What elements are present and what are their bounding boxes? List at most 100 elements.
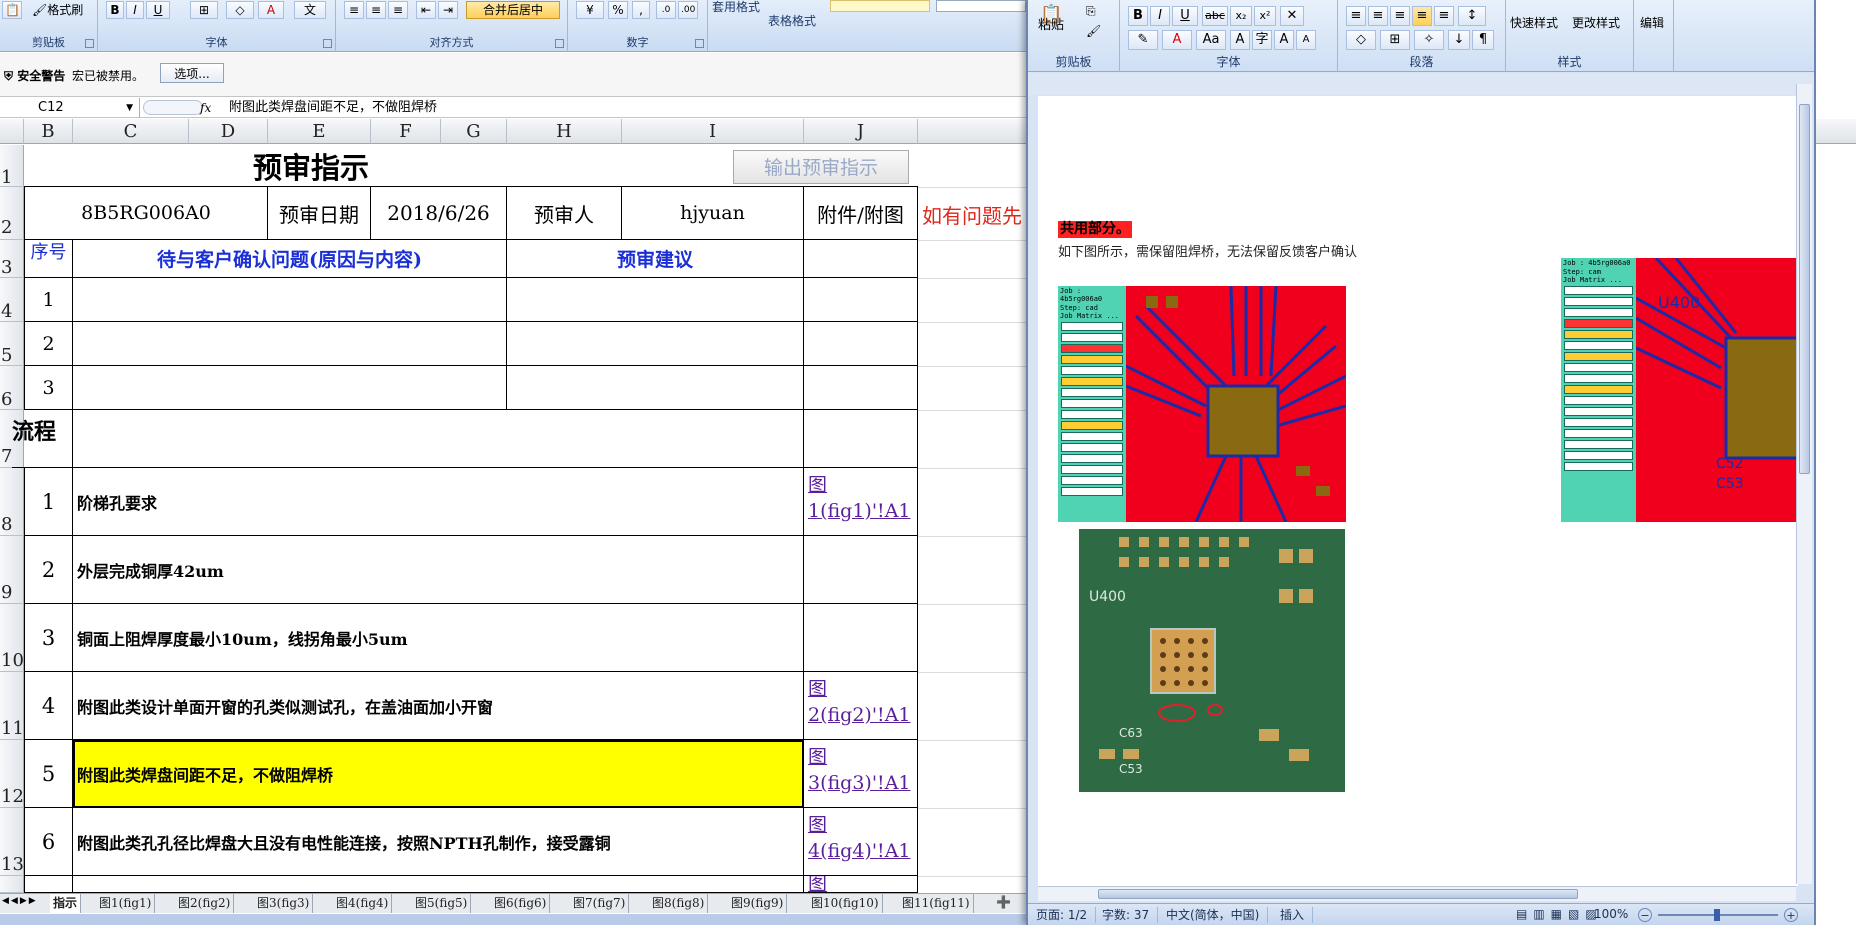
shading-icon[interactable]: ◇ bbox=[1346, 30, 1376, 50]
italic-button[interactable]: I bbox=[1150, 6, 1170, 26]
scroll-thumb[interactable] bbox=[1098, 889, 1578, 899]
column-header-k[interactable] bbox=[918, 119, 1030, 144]
change-styles-button[interactable]: 更改样式 bbox=[1572, 14, 1620, 31]
decrease-decimal-icon[interactable]: .00 bbox=[678, 1, 698, 19]
hyperlink[interactable]: 图1(fig1)'!A1 bbox=[808, 472, 913, 524]
font-color-button[interactable]: A bbox=[1162, 30, 1192, 50]
issue-header-cell[interactable]: 待与客户确认问题(原因与内容) bbox=[73, 240, 507, 278]
column-header-d[interactable]: D bbox=[189, 119, 268, 144]
justify-icon[interactable]: ≡ bbox=[1412, 6, 1432, 26]
item-number-cell[interactable]: 4 bbox=[24, 672, 73, 740]
row-header[interactable]: 5 bbox=[0, 322, 24, 366]
format-painter-button[interactable]: 🖌格式刷 bbox=[32, 1, 83, 18]
zoom-slider-handle[interactable] bbox=[1714, 909, 1720, 921]
shrink-font-icon[interactable]: A bbox=[1296, 30, 1316, 50]
item-text-cell-selected[interactable]: 附图此类焊盘间距不足，不做阻焊桥 bbox=[73, 740, 804, 808]
item-number-cell[interactable]: 5 bbox=[24, 740, 73, 808]
subscript-button[interactable]: x₂ bbox=[1230, 6, 1252, 26]
border-button[interactable]: ⊞ bbox=[190, 1, 218, 19]
row-header[interactable]: 10 bbox=[0, 604, 24, 672]
hyperlink[interactable]: 图3(fig3)'!A1 bbox=[808, 744, 913, 796]
column-header-h[interactable]: H bbox=[507, 119, 622, 144]
grow-font-icon[interactable]: A bbox=[1274, 30, 1294, 50]
language-indicator[interactable]: 中文(简体，中国) bbox=[1158, 907, 1269, 923]
dialog-launcher-icon[interactable] bbox=[85, 39, 94, 48]
issue-cell[interactable] bbox=[73, 278, 507, 322]
line-spacing-icon[interactable]: ↕ bbox=[1458, 6, 1486, 26]
align-center-icon[interactable]: ≡ bbox=[1368, 6, 1388, 26]
zoom-out-icon[interactable]: − bbox=[1638, 908, 1652, 922]
table-cell[interactable] bbox=[804, 240, 918, 278]
edit-button[interactable]: 编辑 bbox=[1640, 14, 1664, 31]
name-box[interactable]: C12 ▼ bbox=[0, 98, 140, 118]
item-text-cell[interactable] bbox=[73, 876, 804, 893]
section-merged-cell[interactable] bbox=[73, 410, 804, 468]
select-all-corner[interactable] bbox=[0, 119, 24, 144]
tab-sheet-zhishi[interactable]: 指示 bbox=[50, 894, 82, 913]
attachment-link-cell[interactable]: 图1(fig1)'!A1 bbox=[804, 468, 918, 536]
fill-color-icon[interactable]: ◇ bbox=[226, 1, 254, 19]
item-text-cell[interactable]: 附图此类设计单面开窗的孔类似测试孔，在盖油面加小开窗 bbox=[73, 672, 804, 740]
sequence-cell[interactable]: 1 bbox=[24, 278, 73, 322]
column-header-c[interactable]: C bbox=[73, 119, 189, 144]
attachment-link-cell[interactable]: 图3(fig3)'!A1 bbox=[804, 740, 918, 808]
insert-mode[interactable]: 插入 bbox=[1272, 907, 1314, 923]
doc-heading[interactable]: 共用部分。 bbox=[1058, 221, 1132, 238]
clear-format-icon[interactable]: ✕ bbox=[1280, 6, 1304, 26]
align-left-icon[interactable]: ≡ bbox=[1346, 6, 1366, 26]
export-review-button[interactable]: 输出预审指示 bbox=[733, 150, 909, 184]
comma-button[interactable]: , bbox=[632, 1, 650, 19]
indent-decrease-icon[interactable]: ⇤ bbox=[416, 1, 436, 19]
dialog-launcher-icon[interactable] bbox=[323, 39, 332, 48]
align-center-icon[interactable]: ≡ bbox=[366, 1, 386, 19]
row-header[interactable]: 6 bbox=[0, 366, 24, 410]
issue-cell[interactable] bbox=[73, 366, 507, 410]
phonetic-button[interactable]: 文 bbox=[294, 1, 326, 19]
format-painter-icon[interactable]: 🖌 bbox=[1086, 24, 1101, 38]
tab-sheet-fig6[interactable]: 图6(fig6) bbox=[491, 894, 551, 913]
suggestion-cell[interactable] bbox=[507, 366, 804, 410]
page-indicator[interactable]: 页面: 1/2 bbox=[1028, 907, 1097, 923]
tab-sheet-fig10[interactable]: 图10(fig10) bbox=[808, 894, 883, 913]
tab-sheet-fig3[interactable]: 图3(fig3) bbox=[254, 894, 314, 913]
column-header-j[interactable]: J bbox=[804, 119, 918, 144]
attachment-cell[interactable] bbox=[804, 278, 918, 322]
align-right-icon[interactable]: ≡ bbox=[388, 1, 408, 19]
view-buttons-icon[interactable]: ▤▥▦▧▨ bbox=[1516, 907, 1603, 921]
attachment-cell[interactable] bbox=[804, 604, 918, 672]
insert-sheet-icon[interactable]: ➕ bbox=[996, 895, 1012, 911]
horizontal-scrollbar[interactable] bbox=[1038, 886, 1796, 901]
percent-button[interactable]: % bbox=[608, 1, 628, 19]
part-number-cell[interactable]: 8B5RG006A0 bbox=[24, 187, 268, 240]
zoom-in-icon[interactable]: + bbox=[1784, 908, 1798, 922]
underline-button[interactable]: U bbox=[1172, 6, 1198, 26]
borders-icon[interactable]: ⊞ bbox=[1380, 30, 1410, 50]
attachment-cell[interactable] bbox=[804, 536, 918, 604]
underline-button[interactable]: U bbox=[146, 1, 170, 19]
suggestion-cell[interactable] bbox=[507, 322, 804, 366]
distribute-icon[interactable]: ≡ bbox=[1434, 6, 1454, 26]
show-marks-icon[interactable]: ¶ bbox=[1472, 30, 1494, 50]
tab-sheet-fig5[interactable]: 图5(fig5) bbox=[412, 894, 472, 913]
section-label-cell[interactable]: 流程 bbox=[12, 410, 73, 468]
item-text-cell[interactable]: 铜面上阻焊厚度最小10um，线拐角最小5um bbox=[73, 604, 804, 672]
chinese-layout-icon[interactable]: ✧ bbox=[1414, 30, 1444, 50]
tab-scroll-icon[interactable]: ◀◀▶▶ bbox=[2, 896, 50, 906]
attachment-link-cell[interactable]: 图2(fig2)'!A1 bbox=[804, 672, 918, 740]
column-header-i[interactable]: I bbox=[622, 119, 804, 144]
merge-center-button[interactable]: 合并后居中 bbox=[466, 1, 560, 19]
item-text-cell[interactable]: 阶梯孔要求 bbox=[73, 468, 804, 536]
char-shading-icon[interactable]: A bbox=[1230, 30, 1250, 50]
suggestion-header-cell[interactable]: 预审建议 bbox=[507, 240, 804, 278]
paste-button[interactable]: 粘贴 bbox=[1038, 14, 1064, 33]
attachment-cell[interactable] bbox=[804, 366, 918, 410]
bold-button[interactable]: B bbox=[106, 1, 124, 19]
reviewer-value-cell[interactable]: hjyuan bbox=[622, 187, 804, 240]
tab-sheet-fig9[interactable]: 图9(fig9) bbox=[728, 894, 788, 913]
tab-sheet-fig11[interactable]: 图11(fig11) bbox=[899, 894, 974, 913]
vertical-scrollbar[interactable] bbox=[1796, 84, 1812, 884]
formula-input[interactable]: 附图此类焊盘间距不足，不做阻焊桥 bbox=[229, 98, 1009, 118]
currency-icon[interactable]: ¥ bbox=[576, 1, 604, 19]
highlight-icon[interactable]: ✎ bbox=[1128, 30, 1158, 50]
item-text-cell[interactable]: 附图此类孔孔径比焊盘大且没有电性能连接，按照NPTH孔制作，接受露铜 bbox=[73, 808, 804, 876]
